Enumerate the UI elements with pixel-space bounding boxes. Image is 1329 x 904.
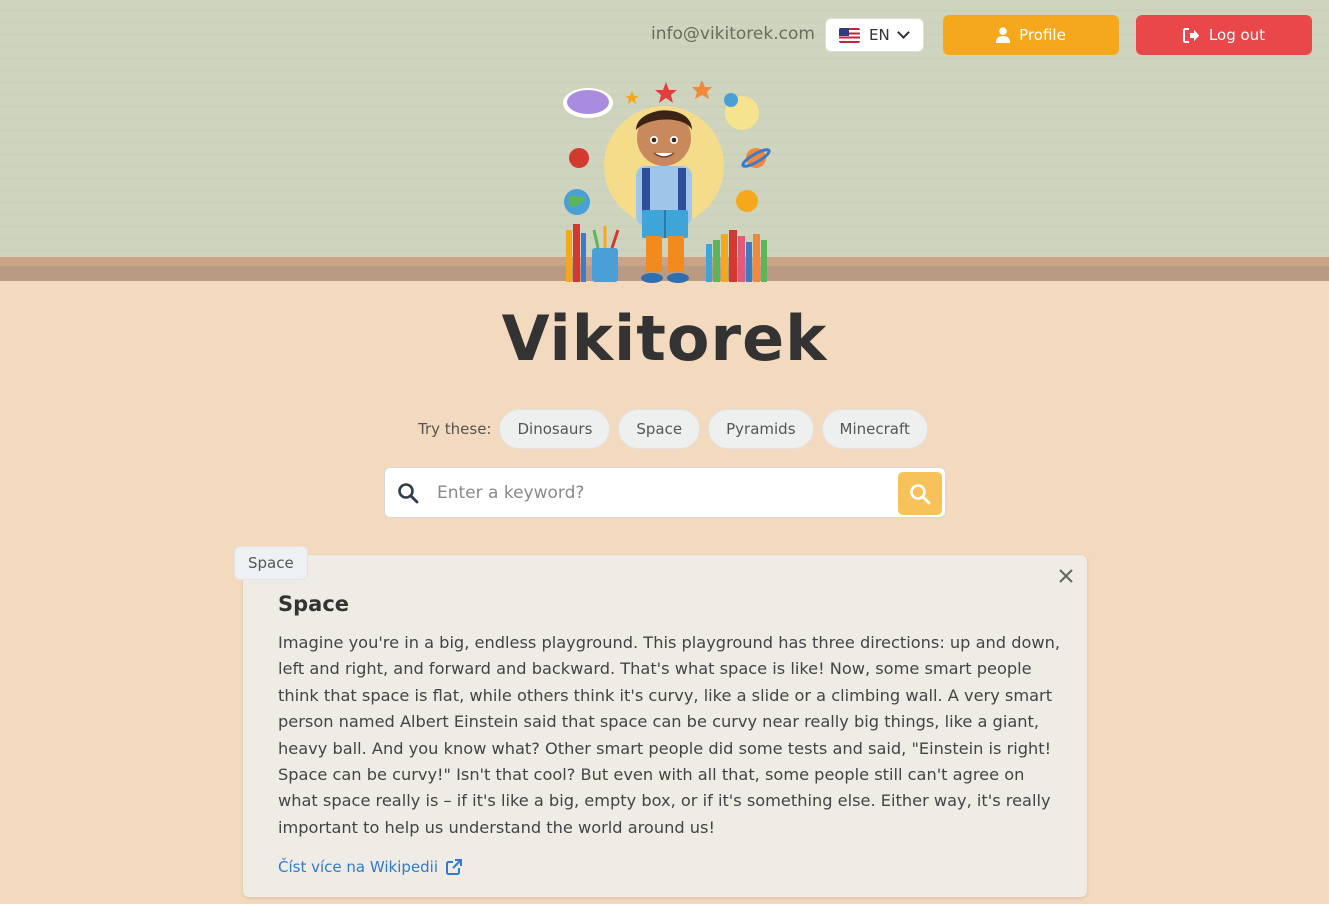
suggestions-row: Try these: Dinosaurs Space Pyramids Mine…	[418, 409, 928, 449]
profile-button[interactable]: Profile	[943, 15, 1119, 55]
chevron-down-icon	[896, 26, 910, 39]
search-button[interactable]	[898, 472, 942, 515]
boy-reading-illustration	[563, 80, 771, 283]
search-bar	[384, 467, 946, 518]
user-icon	[996, 27, 1011, 43]
result-body: Imagine you're in a big, endless playgro…	[278, 633, 1061, 837]
suggestions-label: Try these:	[418, 420, 492, 438]
close-icon[interactable]	[1057, 567, 1075, 585]
profile-label: Profile	[1019, 26, 1066, 44]
sign-out-icon	[1182, 27, 1200, 43]
result-title: Space	[278, 592, 350, 616]
search-input[interactable]	[437, 478, 887, 508]
result-tag: Space	[234, 546, 308, 580]
contact-email[interactable]: info@vikitorek.com	[651, 24, 815, 44]
us-flag-icon	[839, 27, 860, 43]
search-icon	[398, 483, 419, 504]
wikipedia-link[interactable]: Číst více na Wikipedii	[278, 858, 462, 876]
language-selector[interactable]: EN	[825, 18, 924, 52]
language-label: EN	[869, 26, 890, 44]
logout-button[interactable]: Log out	[1136, 15, 1312, 55]
wikipedia-link-label: Číst více na Wikipedii	[278, 858, 438, 876]
logout-label: Log out	[1208, 26, 1266, 44]
suggestion-chip-dinosaurs[interactable]: Dinosaurs	[499, 409, 611, 449]
external-link-icon	[446, 859, 462, 875]
suggestion-chip-minecraft[interactable]: Minecraft	[821, 409, 928, 449]
suggestion-chip-pyramids[interactable]: Pyramids	[708, 409, 814, 449]
site-title: Vikitorek	[501, 302, 828, 375]
search-icon	[910, 483, 931, 504]
suggestion-chip-space[interactable]: Space	[618, 409, 701, 449]
